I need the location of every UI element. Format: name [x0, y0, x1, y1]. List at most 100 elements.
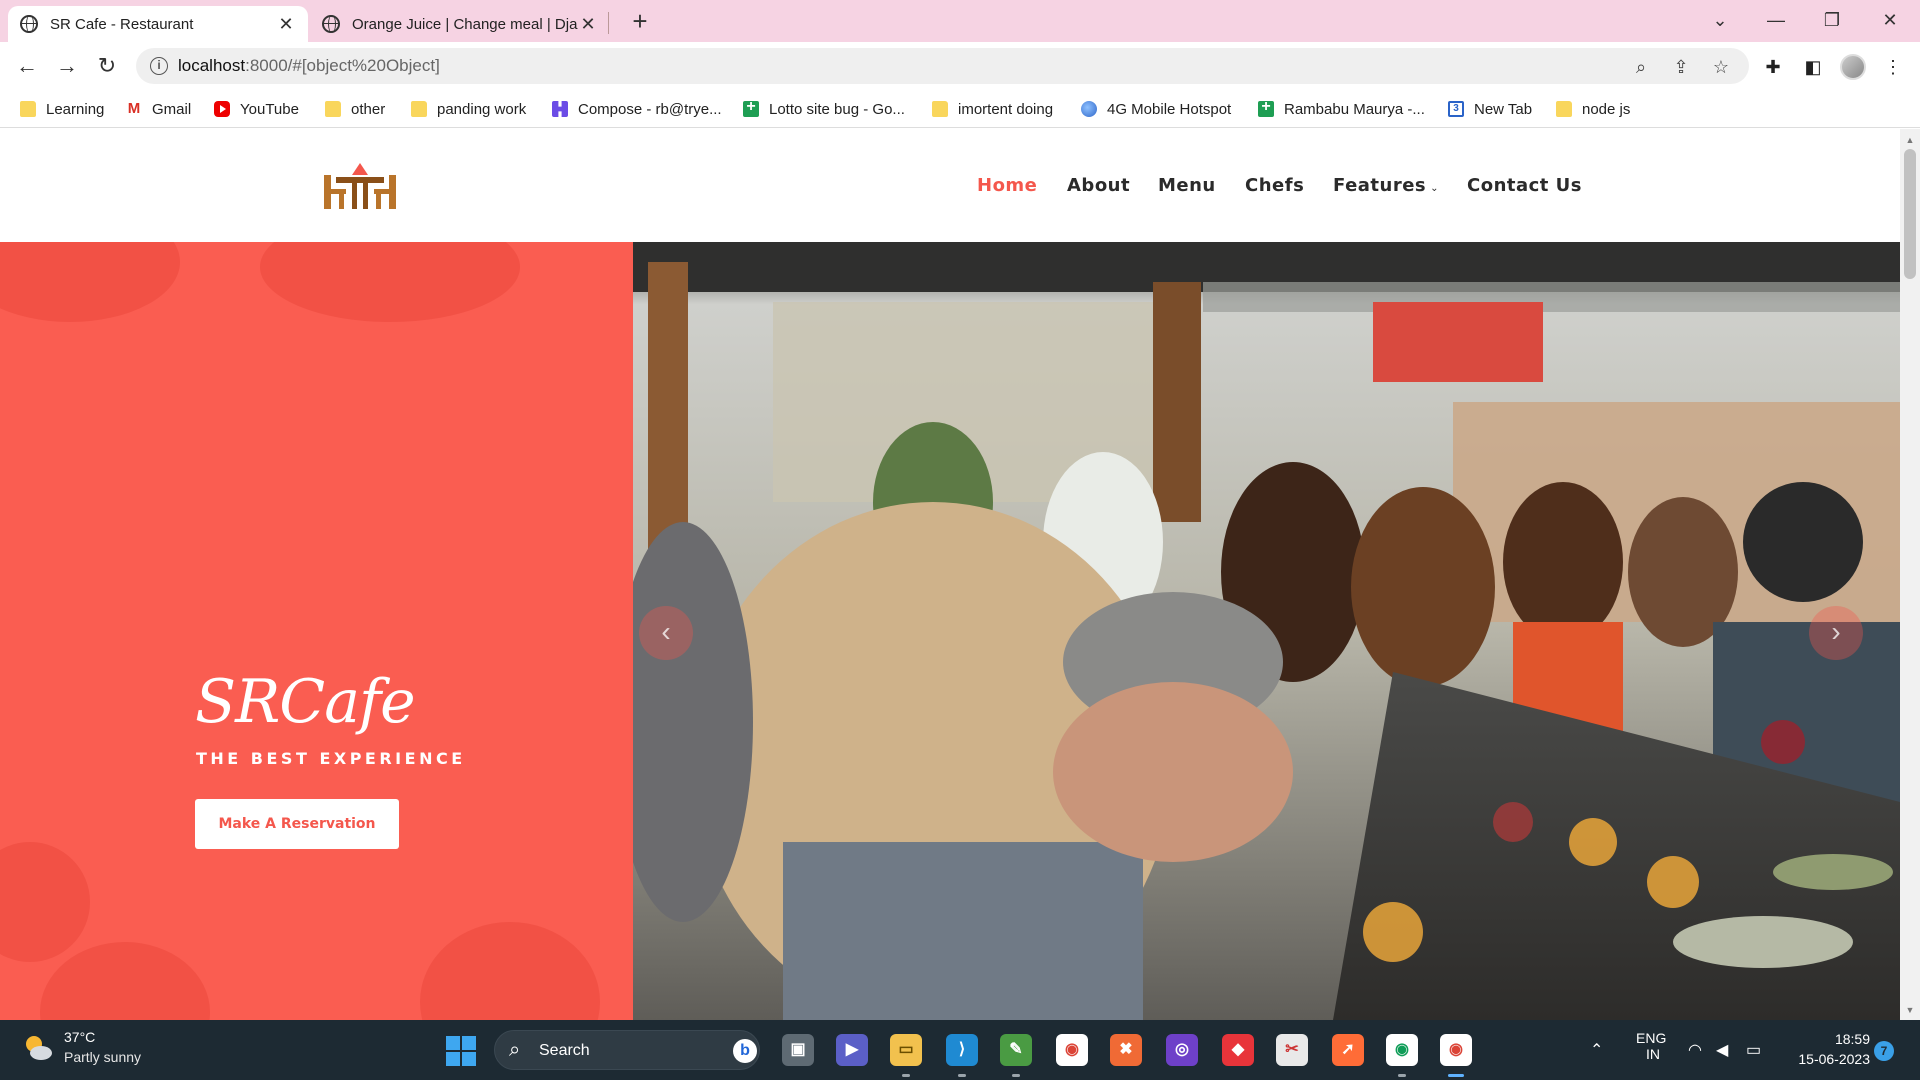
region-code: IN: [1646, 1046, 1660, 1062]
folder-icon: [411, 101, 427, 117]
tab-title: Orange Juice | Change meal | Dja: [352, 15, 578, 33]
partly-sunny-icon[interactable]: [22, 1032, 54, 1064]
bookmark-other[interactable]: other: [325, 98, 385, 120]
scroll-up-icon[interactable]: ▲: [1900, 135, 1920, 145]
tab-sr-cafe[interactable]: SR Cafe - Restaurant ✕: [8, 6, 308, 42]
side-panel-icon[interactable]: ◧: [1802, 56, 1824, 78]
chrome-active-icon[interactable]: ◉: [1440, 1034, 1472, 1077]
chrome-profile-icon[interactable]: ◉: [1386, 1034, 1418, 1077]
battery-icon[interactable]: ▭: [1746, 1040, 1761, 1060]
language-code: ENG: [1636, 1030, 1667, 1046]
carousel-prev-button[interactable]: ‹: [639, 606, 693, 660]
bookmark-lotto[interactable]: Lotto site bug - Go...: [743, 98, 905, 120]
taskbar-search[interactable]: ⌕ Search b: [494, 1030, 760, 1070]
task-view-icon[interactable]: ▣: [782, 1034, 814, 1066]
decorative-fruit: [40, 942, 210, 1020]
xampp-icon[interactable]: ✖: [1110, 1034, 1142, 1066]
extensions-icon[interactable]: ✚: [1762, 56, 1784, 78]
windows-taskbar: 37°C Partly sunny ⌕ Search b ▣ ▶ ▭ ⟩ ✎ ◉…: [0, 1020, 1920, 1080]
github-desktop-icon[interactable]: ◎: [1166, 1034, 1198, 1066]
restaurant-logo-icon[interactable]: [322, 161, 398, 211]
globe-icon: [20, 15, 38, 33]
bookmark-node-js[interactable]: node js: [1556, 98, 1630, 120]
bookmark-new-tab[interactable]: 3 New Tab: [1448, 98, 1532, 120]
page-scrollbar[interactable]: ▲ ▼: [1900, 129, 1920, 1020]
volume-icon[interactable]: ◀: [1716, 1040, 1728, 1060]
language-indicator[interactable]: ENG IN: [1636, 1030, 1667, 1062]
nav-home[interactable]: Home: [977, 175, 1037, 196]
nav-chefs[interactable]: Chefs: [1245, 175, 1304, 196]
teams-chat-icon[interactable]: ▶: [836, 1034, 868, 1066]
hero-restaurant-photo: ‹ ›: [633, 242, 1900, 1020]
bookmark-label: Gmail: [152, 100, 192, 118]
url-text[interactable]: localhost:8000/#[object%20Object]: [178, 56, 440, 76]
scroll-down-icon[interactable]: ▼: [1900, 1005, 1920, 1015]
scrollbar-thumb[interactable]: [1904, 149, 1916, 279]
globe-icon: [322, 15, 340, 33]
bookmark-gmail[interactable]: M Gmail: [126, 98, 191, 120]
decorative-fruit: [420, 922, 600, 1020]
carousel-next-button[interactable]: ›: [1809, 606, 1863, 660]
url-host: localhost: [178, 56, 246, 75]
file-explorer-icon[interactable]: ▭: [890, 1034, 922, 1077]
bookmark-star-icon[interactable]: ☆: [1710, 56, 1732, 78]
clock-time[interactable]: 18:59: [1826, 1031, 1870, 1047]
chevron-down-icon: ⌄: [1430, 183, 1440, 194]
hero-intro-panel: SRCafe THE BEST EXPERIENCE Make A Reserv…: [0, 242, 633, 1020]
show-hidden-icons-icon[interactable]: ⌃: [1590, 1040, 1603, 1060]
zoom-icon[interactable]: ⌕: [1630, 56, 1652, 78]
snipping-tool-icon[interactable]: ✂: [1276, 1034, 1308, 1066]
nav-about[interactable]: About: [1067, 175, 1130, 196]
profile-avatar[interactable]: [1840, 54, 1866, 80]
sheets-icon: [1258, 98, 1274, 117]
sheets-icon: [743, 98, 759, 117]
bookmark-rambabu[interactable]: Rambabu Maurya -...: [1258, 98, 1425, 120]
chrome-icon[interactable]: ◉: [1056, 1034, 1088, 1066]
bookmark-compose[interactable]: Compose - rb@trye...: [552, 98, 722, 120]
make-reservation-button[interactable]: Make A Reservation: [195, 799, 399, 849]
new-tab-button[interactable]: +: [624, 6, 656, 38]
page-viewport: Home About Menu Chefs Features ⌄ Contact …: [0, 129, 1900, 1020]
bing-icon[interactable]: b: [733, 1039, 757, 1063]
clock-date[interactable]: 15-06-2023: [1786, 1051, 1870, 1067]
tab-orange-juice[interactable]: Orange Juice | Change meal | Dja ✕: [310, 6, 610, 42]
bookmark-4g-hotspot[interactable]: 4G Mobile Hotspot: [1081, 98, 1231, 120]
bookmark-imortent-doing[interactable]: imortent doing: [932, 98, 1053, 120]
search-label: Search: [539, 1042, 590, 1059]
bookmark-label: imortent doing: [958, 100, 1054, 118]
reload-icon[interactable]: ↻: [91, 50, 123, 82]
share-icon[interactable]: ⇪: [1670, 56, 1692, 78]
site-info-icon[interactable]: i: [150, 57, 168, 75]
chevron-down-icon[interactable]: ⌄: [1692, 0, 1748, 42]
folder-icon: [1556, 101, 1572, 117]
wifi-icon[interactable]: ◠: [1688, 1040, 1702, 1060]
close-tab-icon[interactable]: ✕: [578, 14, 598, 35]
bookmark-label: panding work: [437, 100, 527, 118]
windows-start-icon[interactable]: [446, 1036, 476, 1066]
anydesk-icon[interactable]: ◆: [1222, 1034, 1254, 1066]
more-menu-icon[interactable]: ⋮: [1882, 56, 1904, 78]
notification-badge[interactable]: 7: [1874, 1041, 1894, 1061]
minimize-icon[interactable]: —: [1748, 0, 1804, 42]
address-bar[interactable]: i localhost:8000/#[object%20Object] ⌕ ⇪ …: [136, 48, 1749, 84]
bookmark-panding-work[interactable]: panding work: [411, 98, 526, 120]
nav-contact-us[interactable]: Contact Us: [1467, 175, 1582, 196]
close-window-icon[interactable]: ✕: [1862, 0, 1918, 42]
bookmark-learning[interactable]: Learning: [20, 98, 104, 120]
nav-features[interactable]: Features ⌄: [1333, 175, 1439, 196]
close-tab-icon[interactable]: ✕: [276, 14, 296, 35]
youtube-icon: [214, 101, 230, 117]
tab-divider: [608, 12, 609, 34]
weather-description[interactable]: Partly sunny: [64, 1049, 141, 1065]
weather-temperature[interactable]: 37°C: [64, 1029, 95, 1045]
postman-icon[interactable]: ➚: [1332, 1034, 1364, 1066]
notepad-icon[interactable]: ✎: [1000, 1034, 1032, 1077]
vscode-icon[interactable]: ⟩: [946, 1034, 978, 1077]
nav-menu[interactable]: Menu: [1158, 175, 1216, 196]
bookmark-label: New Tab: [1474, 100, 1533, 118]
forward-arrow-icon[interactable]: →: [51, 50, 83, 82]
restore-icon[interactable]: ❐: [1804, 0, 1860, 42]
bookmark-youtube[interactable]: YouTube: [214, 98, 299, 120]
back-arrow-icon[interactable]: ←: [11, 50, 43, 82]
nav-features-label: Features: [1333, 175, 1427, 196]
